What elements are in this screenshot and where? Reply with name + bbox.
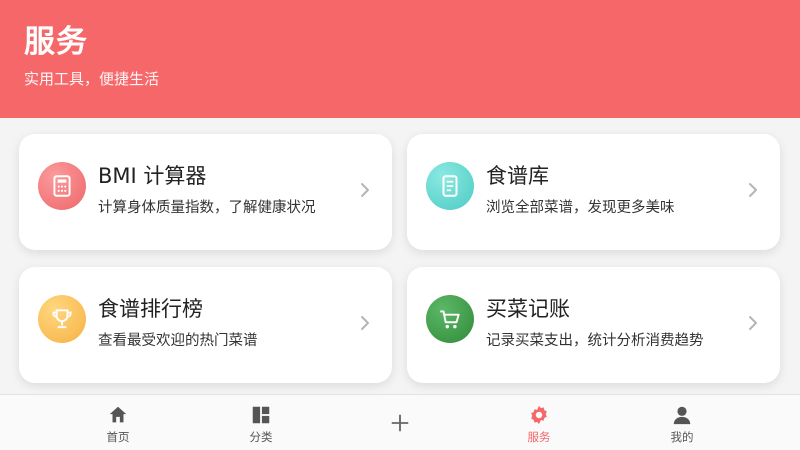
- bottom-tab-bar: 首页 分类 服务 我的: [0, 394, 800, 450]
- chevron-right-icon: [749, 316, 757, 330]
- tab-category[interactable]: 分类: [211, 395, 311, 450]
- tab-label: 服务: [527, 430, 551, 444]
- tab-services[interactable]: 服务: [489, 395, 589, 450]
- card-description: 查看最受欢迎的热门菜谱: [98, 333, 258, 349]
- tab-label: 分类: [249, 430, 273, 444]
- tab-label: 我的: [670, 430, 694, 444]
- card-description: 计算身体质量指数，了解健康状况: [98, 200, 316, 216]
- page-subtitle: 实用工具，便捷生活: [24, 70, 160, 88]
- tab-home[interactable]: 首页: [68, 395, 168, 450]
- plus-icon: [388, 411, 412, 435]
- gear-icon: [527, 403, 551, 427]
- tab-add[interactable]: [350, 395, 450, 450]
- calculator-icon: [38, 162, 86, 210]
- page-header: 服务 实用工具，便捷生活: [0, 0, 800, 118]
- chevron-right-icon: [361, 316, 369, 330]
- home-icon: [106, 403, 130, 427]
- recipe-ranking-card[interactable]: 食谱排行榜 查看最受欢迎的热门菜谱: [19, 267, 392, 383]
- grid-icon: [249, 403, 273, 427]
- tab-profile[interactable]: 我的: [632, 395, 732, 450]
- card-title: BMI 计算器: [98, 164, 207, 188]
- chevron-right-icon: [749, 183, 757, 197]
- chevron-right-icon: [361, 183, 369, 197]
- service-grid: BMI 计算器 计算身体质量指数，了解健康状况 食谱库 浏览全部菜谱，发现更多美…: [0, 118, 800, 394]
- document-icon: [426, 162, 474, 210]
- card-title: 食谱排行榜: [98, 297, 203, 321]
- user-icon: [670, 403, 694, 427]
- cart-icon: [426, 295, 474, 343]
- card-title: 买菜记账: [486, 297, 570, 321]
- grocery-ledger-card[interactable]: 买菜记账 记录买菜支出，统计分析消费趋势: [407, 267, 780, 383]
- card-description: 浏览全部菜谱，发现更多美味: [486, 200, 675, 216]
- card-description: 记录买菜支出，统计分析消费趋势: [486, 333, 704, 349]
- tab-label: 首页: [106, 430, 130, 444]
- page-title: 服务: [24, 24, 88, 60]
- trophy-icon: [38, 295, 86, 343]
- recipe-library-card[interactable]: 食谱库 浏览全部菜谱，发现更多美味: [407, 134, 780, 250]
- bmi-calculator-card[interactable]: BMI 计算器 计算身体质量指数，了解健康状况: [19, 134, 392, 250]
- card-title: 食谱库: [486, 164, 549, 188]
